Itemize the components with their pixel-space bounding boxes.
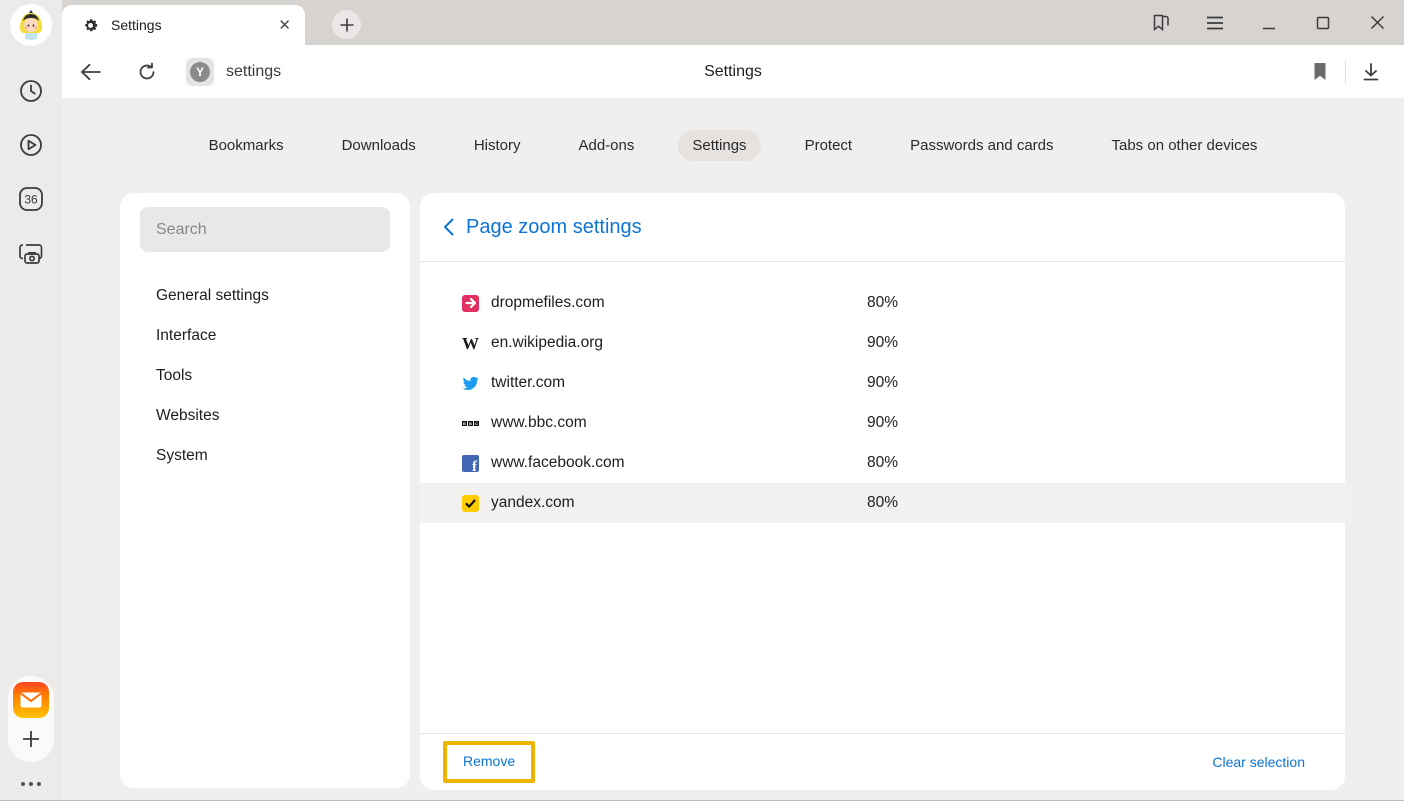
tab-count-text: 36 bbox=[24, 193, 38, 207]
sidebar-apps-pill bbox=[8, 676, 54, 762]
menu-item-general-settings[interactable]: General settings bbox=[120, 276, 410, 316]
new-tab-button[interactable] bbox=[332, 10, 361, 39]
settings-sidebar-panel: General settings Interface Tools Website… bbox=[120, 193, 410, 788]
gear-icon bbox=[82, 17, 99, 34]
tab-title: Settings bbox=[111, 17, 266, 33]
search-input[interactable] bbox=[156, 221, 374, 239]
dropmefiles-favicon bbox=[462, 295, 479, 312]
site-name: yandex.com bbox=[491, 494, 575, 512]
download-icon[interactable] bbox=[1354, 55, 1388, 89]
nav-tab-settings[interactable]: Settings bbox=[678, 130, 760, 161]
selected-checkbox-icon[interactable] bbox=[462, 495, 479, 512]
clear-selection-button[interactable]: Clear selection bbox=[1212, 754, 1305, 770]
tab-strip: Settings ✕ bbox=[62, 0, 1404, 45]
tab-close-icon[interactable]: ✕ bbox=[278, 18, 291, 33]
nav-tab-passwords[interactable]: Passwords and cards bbox=[896, 130, 1067, 161]
close-window-icon[interactable] bbox=[1350, 0, 1404, 45]
nav-tab-history[interactable]: History bbox=[460, 130, 535, 161]
remove-button[interactable]: Remove bbox=[463, 753, 515, 769]
menu-item-tools[interactable]: Tools bbox=[120, 356, 410, 396]
site-name: dropmefiles.com bbox=[491, 294, 605, 312]
yandex-mail-icon[interactable] bbox=[13, 682, 49, 718]
history-clock-icon[interactable] bbox=[16, 76, 46, 106]
screenshot-icon[interactable] bbox=[16, 238, 46, 268]
site-name: www.facebook.com bbox=[491, 454, 625, 472]
twitter-favicon bbox=[462, 375, 479, 392]
nav-tab-protect[interactable]: Protect bbox=[791, 130, 867, 161]
tab-counter-badge[interactable]: 36 bbox=[16, 184, 46, 214]
menu-icon[interactable] bbox=[1188, 0, 1242, 45]
site-row-wikipedia[interactable]: W en.wikipedia.org 90% bbox=[420, 323, 1345, 363]
site-badge-icon[interactable]: Y bbox=[186, 58, 214, 86]
site-row-facebook[interactable]: f www.facebook.com 80% bbox=[420, 443, 1345, 483]
site-row-yandex[interactable]: yandex.com 80% bbox=[420, 483, 1345, 523]
minimize-icon[interactable] bbox=[1242, 0, 1296, 45]
plus-icon bbox=[339, 17, 355, 33]
search-box[interactable] bbox=[140, 207, 390, 252]
nav-tab-other-devices[interactable]: Tabs on other devices bbox=[1098, 130, 1272, 161]
wikipedia-favicon: W bbox=[462, 335, 479, 352]
nav-tab-downloads[interactable]: Downloads bbox=[328, 130, 430, 161]
site-list: dropmefiles.com 80% W en.wikipedia.org 9… bbox=[420, 262, 1345, 523]
back-icon[interactable] bbox=[74, 55, 108, 89]
nav-tab-bookmarks[interactable]: Bookmarks bbox=[195, 130, 298, 161]
site-row-bbc[interactable]: BBC www.bbc.com 90% bbox=[420, 403, 1345, 443]
menu-item-websites[interactable]: Websites bbox=[120, 396, 410, 436]
zoom-settings-footer: Remove Clear selection bbox=[420, 733, 1345, 790]
bbc-favicon: BBC bbox=[462, 415, 479, 432]
site-zoom-value: 90% bbox=[867, 334, 898, 352]
settings-menu: General settings Interface Tools Website… bbox=[120, 276, 410, 476]
settings-nav-tabs: Bookmarks Downloads History Add-ons Sett… bbox=[62, 98, 1404, 193]
page-zoom-header[interactable]: Page zoom settings bbox=[420, 193, 1345, 262]
site-zoom-value: 80% bbox=[867, 454, 898, 472]
site-row-dropmefiles[interactable]: dropmefiles.com 80% bbox=[420, 283, 1345, 323]
bookmark-icon[interactable] bbox=[1303, 55, 1337, 89]
reload-icon[interactable] bbox=[130, 55, 164, 89]
menu-item-system[interactable]: System bbox=[120, 436, 410, 476]
avatar-girl-icon bbox=[12, 6, 50, 44]
back-chevron-icon[interactable] bbox=[443, 218, 454, 236]
site-name: www.bbc.com bbox=[491, 414, 587, 432]
list-spacer bbox=[420, 523, 1345, 733]
side-panel-icon[interactable] bbox=[1134, 0, 1188, 45]
browser-toolbar: Y settings Settings bbox=[62, 45, 1404, 98]
remove-annotation-highlight: Remove bbox=[443, 741, 535, 783]
tab-settings[interactable]: Settings ✕ bbox=[62, 5, 305, 45]
address-text[interactable]: settings bbox=[226, 63, 281, 81]
add-icon[interactable] bbox=[16, 724, 46, 754]
toolbar-divider bbox=[1345, 60, 1346, 84]
more-icon[interactable] bbox=[21, 782, 41, 786]
site-zoom-value: 90% bbox=[867, 414, 898, 432]
browser-window: 36 bbox=[0, 0, 1404, 801]
nav-tab-addons[interactable]: Add-ons bbox=[564, 130, 648, 161]
facebook-favicon: f bbox=[462, 455, 479, 472]
site-zoom-value: 80% bbox=[867, 494, 898, 512]
page-zoom-settings-card: Page zoom settings dropmefiles.com 80% W… bbox=[420, 193, 1345, 790]
avatar[interactable] bbox=[10, 4, 52, 46]
page-zoom-title: Page zoom settings bbox=[466, 216, 642, 239]
site-row-twitter[interactable]: twitter.com 90% bbox=[420, 363, 1345, 403]
menu-item-interface[interactable]: Interface bbox=[120, 316, 410, 356]
site-zoom-value: 90% bbox=[867, 374, 898, 392]
play-icon[interactable] bbox=[16, 130, 46, 160]
site-zoom-value: 80% bbox=[867, 294, 898, 312]
site-name: en.wikipedia.org bbox=[491, 334, 603, 352]
left-sidebar: 36 bbox=[0, 0, 62, 800]
site-name: twitter.com bbox=[491, 374, 565, 392]
maximize-icon[interactable] bbox=[1296, 0, 1350, 45]
